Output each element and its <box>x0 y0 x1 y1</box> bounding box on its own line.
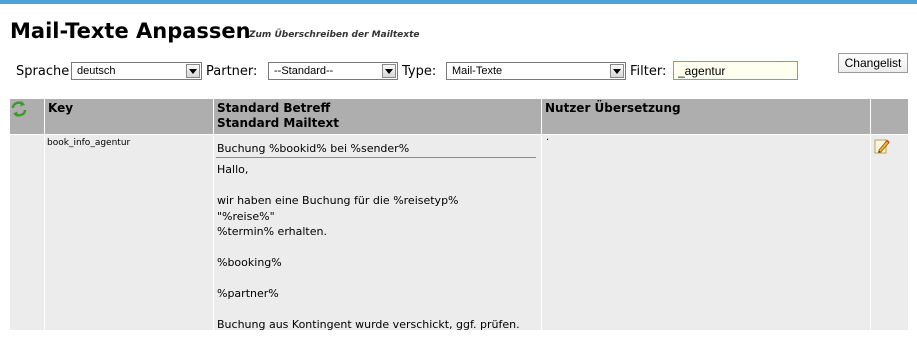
filter-input[interactable] <box>673 61 798 80</box>
row-key: book_info_agentur <box>47 138 131 148</box>
header-key: Key <box>45 99 213 134</box>
filter-label: Filter: <box>630 64 667 79</box>
refresh-icon[interactable] <box>10 101 28 117</box>
row-mailtext: Hallo, wir haben eine Buchung für die %r… <box>217 163 520 331</box>
header-refresh-cell <box>10 99 44 134</box>
page-subtitle: Zum Überschreiben der Mailtexte <box>249 30 420 40</box>
type-label: Type: <box>402 64 437 79</box>
chevron-down-icon[interactable] <box>610 64 624 78</box>
top-accent-bar <box>0 0 917 4</box>
type-select-value: Mail-Texte <box>452 65 503 77</box>
header-nutzer-uebersetzung: Nutzer Übersetzung <box>542 99 870 134</box>
page-title: Mail-Texte Anpassen <box>10 19 251 43</box>
partner-select[interactable]: --Standard-- <box>268 62 398 80</box>
table-header: Key Standard Betreff Standard Mailtext N… <box>10 99 908 134</box>
partner-label: Partner: <box>206 64 258 79</box>
sprache-select-value: deutsch <box>77 65 116 77</box>
header-standard-betreff: Standard Betreff <box>217 101 331 115</box>
type-select[interactable]: Mail-Texte <box>446 62 626 80</box>
chevron-down-icon[interactable] <box>382 64 396 78</box>
row-user-translation: · <box>546 135 550 146</box>
header-standard-mailtext: Standard Mailtext <box>217 116 340 130</box>
sprache-select[interactable]: deutsch <box>71 62 202 80</box>
partner-select-value: --Standard-- <box>274 65 334 77</box>
header-actions <box>871 99 908 134</box>
sprache-label: Sprache <box>16 64 70 79</box>
header-key-label: Key <box>48 101 74 115</box>
pencil-icon[interactable] <box>874 138 890 154</box>
header-standard: Standard Betreff Standard Mailtext <box>214 99 541 134</box>
table-row: book_info_agentur Buchung %bookid% bei %… <box>10 135 908 331</box>
header-nutzer-label: Nutzer Übersetzung <box>545 101 681 115</box>
chevron-down-icon[interactable] <box>186 64 200 78</box>
changelist-button[interactable]: Changelist <box>838 53 908 73</box>
row-subject: Buchung %bookid% bei %sender% <box>216 142 536 158</box>
